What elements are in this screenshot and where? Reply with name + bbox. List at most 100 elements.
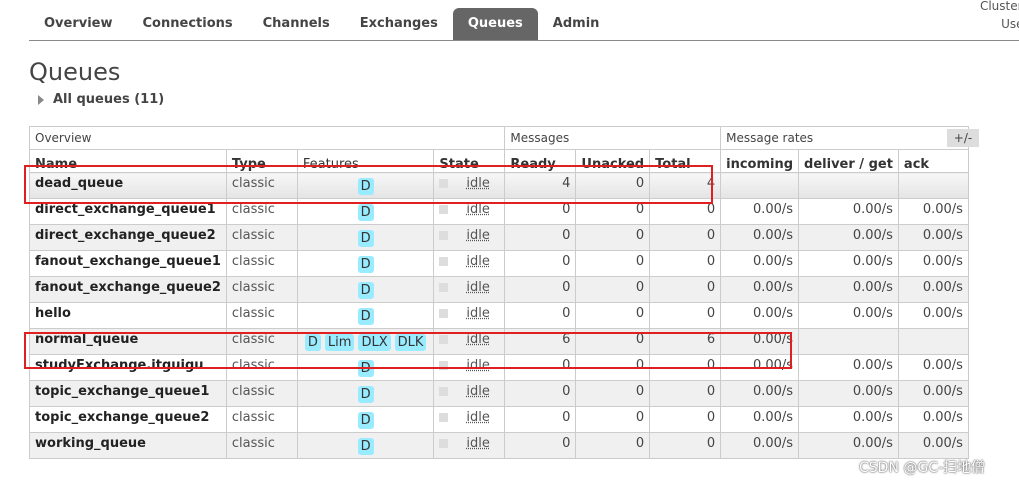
cell-unacked: 0 bbox=[575, 276, 651, 303]
queue-type: classic bbox=[225, 406, 298, 433]
queue-name-link[interactable]: normal_queue bbox=[29, 328, 227, 355]
cell-deliver-get: 0.00/s bbox=[798, 406, 899, 433]
col-header-total[interactable]: Total bbox=[649, 149, 722, 173]
cell-ready: 6 bbox=[504, 328, 577, 355]
cell-ack: 0.00/s bbox=[897, 432, 969, 459]
column-toggle-button[interactable]: +/- bbox=[947, 129, 979, 147]
table-row[interactable]: direct_exchange_queue2 classic Didle 0 0 0 0.0… bbox=[29, 224, 969, 251]
state-text: idle bbox=[466, 358, 490, 373]
table-row[interactable]: hello classic Didle 0 0 0 0.00/s 0.00/s 0.00/s bbox=[29, 302, 969, 329]
top-nav: Overview Connections Channels Exchanges … bbox=[29, 0, 1019, 41]
cell-total: 0 bbox=[649, 432, 722, 459]
tab-connections[interactable]: Connections bbox=[128, 8, 248, 40]
col-header-state[interactable]: State bbox=[433, 149, 506, 173]
cell-unacked: 0 bbox=[575, 328, 651, 355]
queue-rows: dead_queue classic Didle 4 0 4 direct_exchange… bbox=[29, 172, 969, 459]
cell-ack: 0.00/s bbox=[897, 224, 969, 251]
state-text: idle bbox=[466, 280, 490, 295]
cell-total: 6 bbox=[649, 328, 722, 355]
cell-ack bbox=[897, 172, 969, 199]
table-row[interactable]: topic_exchange_queue2 classic Didle 0 0 0 0.00… bbox=[29, 406, 969, 433]
cell-unacked: 0 bbox=[575, 380, 651, 407]
queue-name-link[interactable]: fanout_exchange_queue2 bbox=[29, 276, 227, 303]
cell-unacked: 0 bbox=[575, 172, 651, 199]
cell-incoming: 0.00/s bbox=[720, 276, 800, 303]
group-header-messages: Messages bbox=[504, 126, 722, 150]
queue-state: idle bbox=[433, 250, 506, 277]
col-header-unacked[interactable]: Unacked bbox=[575, 149, 651, 173]
queue-state: idle bbox=[433, 380, 506, 407]
cell-ack: 0.00/s bbox=[897, 302, 969, 329]
col-header-incoming[interactable]: incoming bbox=[720, 149, 800, 173]
cell-incoming: 0.00/s bbox=[720, 302, 800, 329]
cell-incoming: 0.00/s bbox=[720, 224, 800, 251]
table-row[interactable]: working_queue classic Didle 0 0 0 0.00/s 0.00/s… bbox=[29, 432, 969, 459]
cell-unacked: 0 bbox=[575, 224, 651, 251]
queue-features: D bbox=[296, 250, 435, 277]
state-indicator-icon bbox=[439, 309, 449, 318]
state-text: idle bbox=[466, 202, 490, 217]
cell-incoming: 0.00/s bbox=[720, 250, 800, 277]
col-header-name[interactable]: Name bbox=[29, 149, 227, 173]
feature-badge: D bbox=[357, 412, 374, 429]
cell-ready: 0 bbox=[504, 406, 577, 433]
queue-features: D bbox=[296, 198, 435, 225]
all-queues-toggle[interactable]: All queues (11) bbox=[38, 92, 164, 107]
watermark: CSDN @GC-扫地僧 bbox=[859, 460, 986, 476]
state-indicator-icon bbox=[439, 361, 449, 370]
table-row[interactable]: fanout_exchange_queue2 classic Didle 0 0 0 0.0… bbox=[29, 276, 969, 303]
cell-ready: 0 bbox=[504, 198, 577, 225]
queue-name-link[interactable]: working_queue bbox=[29, 432, 227, 459]
tab-admin[interactable]: Admin bbox=[538, 8, 615, 40]
queue-features: D bbox=[296, 172, 435, 199]
queue-type: classic bbox=[225, 432, 298, 459]
queue-name-link[interactable]: fanout_exchange_queue1 bbox=[29, 250, 227, 277]
cell-total: 4 bbox=[649, 172, 722, 199]
col-header-deliver-get[interactable]: deliver / get bbox=[798, 149, 899, 173]
cell-ack bbox=[897, 328, 969, 355]
table-row[interactable]: direct_exchange_queue1 classic Didle 0 0 0 0.0… bbox=[29, 198, 969, 225]
tab-channels[interactable]: Channels bbox=[248, 8, 345, 40]
col-header-features: Features bbox=[296, 149, 435, 173]
state-indicator-icon bbox=[439, 231, 449, 240]
queue-type: classic bbox=[225, 224, 298, 251]
table-row[interactable]: fanout_exchange_queue1 classic Didle 0 0 0 0.0… bbox=[29, 250, 969, 277]
feature-badge: D bbox=[357, 230, 374, 247]
queue-name-link[interactable]: dead_queue bbox=[29, 172, 227, 199]
cell-total: 0 bbox=[649, 276, 722, 303]
feature-badge: D bbox=[357, 256, 374, 273]
col-header-ready[interactable]: Ready bbox=[504, 149, 577, 173]
state-text: idle bbox=[466, 254, 490, 269]
queue-name-link[interactable]: topic_exchange_queue1 bbox=[29, 380, 227, 407]
col-header-type[interactable]: Type bbox=[225, 149, 298, 173]
queue-name-link[interactable]: direct_exchange_queue2 bbox=[29, 224, 227, 251]
tab-overview[interactable]: Overview bbox=[29, 8, 128, 40]
col-header-ack[interactable]: ack bbox=[897, 149, 969, 173]
cell-total: 0 bbox=[649, 380, 722, 407]
queue-features: D bbox=[296, 276, 435, 303]
cell-incoming: 0.00/s bbox=[720, 406, 800, 433]
table-row[interactable]: dead_queue classic Didle 4 0 4 bbox=[29, 172, 969, 199]
cell-total: 0 bbox=[649, 224, 722, 251]
tab-queues[interactable]: Queues bbox=[452, 8, 538, 40]
queue-name-link[interactable]: hello bbox=[29, 302, 227, 329]
cell-deliver-get: 0.00/s bbox=[798, 224, 899, 251]
tab-exchanges[interactable]: Exchanges bbox=[345, 8, 453, 40]
cell-incoming: 0.00/s bbox=[720, 328, 800, 355]
queue-name-link[interactable]: topic_exchange_queue2 bbox=[29, 406, 227, 433]
table-row[interactable]: normal_queue classic D Lim DLX DLK idle 6 0 6 0.00… bbox=[29, 328, 969, 355]
cell-ack: 0.00/s bbox=[897, 250, 969, 277]
state-indicator-icon bbox=[439, 387, 449, 396]
table-row[interactable]: studyExchange.itguigu classic Didle 0 0 0 0.00… bbox=[29, 354, 969, 381]
queue-name-link[interactable]: studyExchange.itguigu bbox=[29, 354, 227, 381]
cell-incoming bbox=[720, 172, 800, 199]
table-row[interactable]: topic_exchange_queue1 classic Didle 0 0 0 0.00… bbox=[29, 380, 969, 407]
cell-ready: 0 bbox=[504, 354, 577, 381]
queue-name-link[interactable]: direct_exchange_queue1 bbox=[29, 198, 227, 225]
feature-badge: D bbox=[357, 282, 374, 299]
queue-state: idle bbox=[433, 198, 506, 225]
user-label: User bbox=[1001, 17, 1019, 31]
queue-state: idle bbox=[433, 172, 506, 199]
feature-badge: DLK bbox=[394, 334, 427, 351]
cell-total: 0 bbox=[649, 198, 722, 225]
